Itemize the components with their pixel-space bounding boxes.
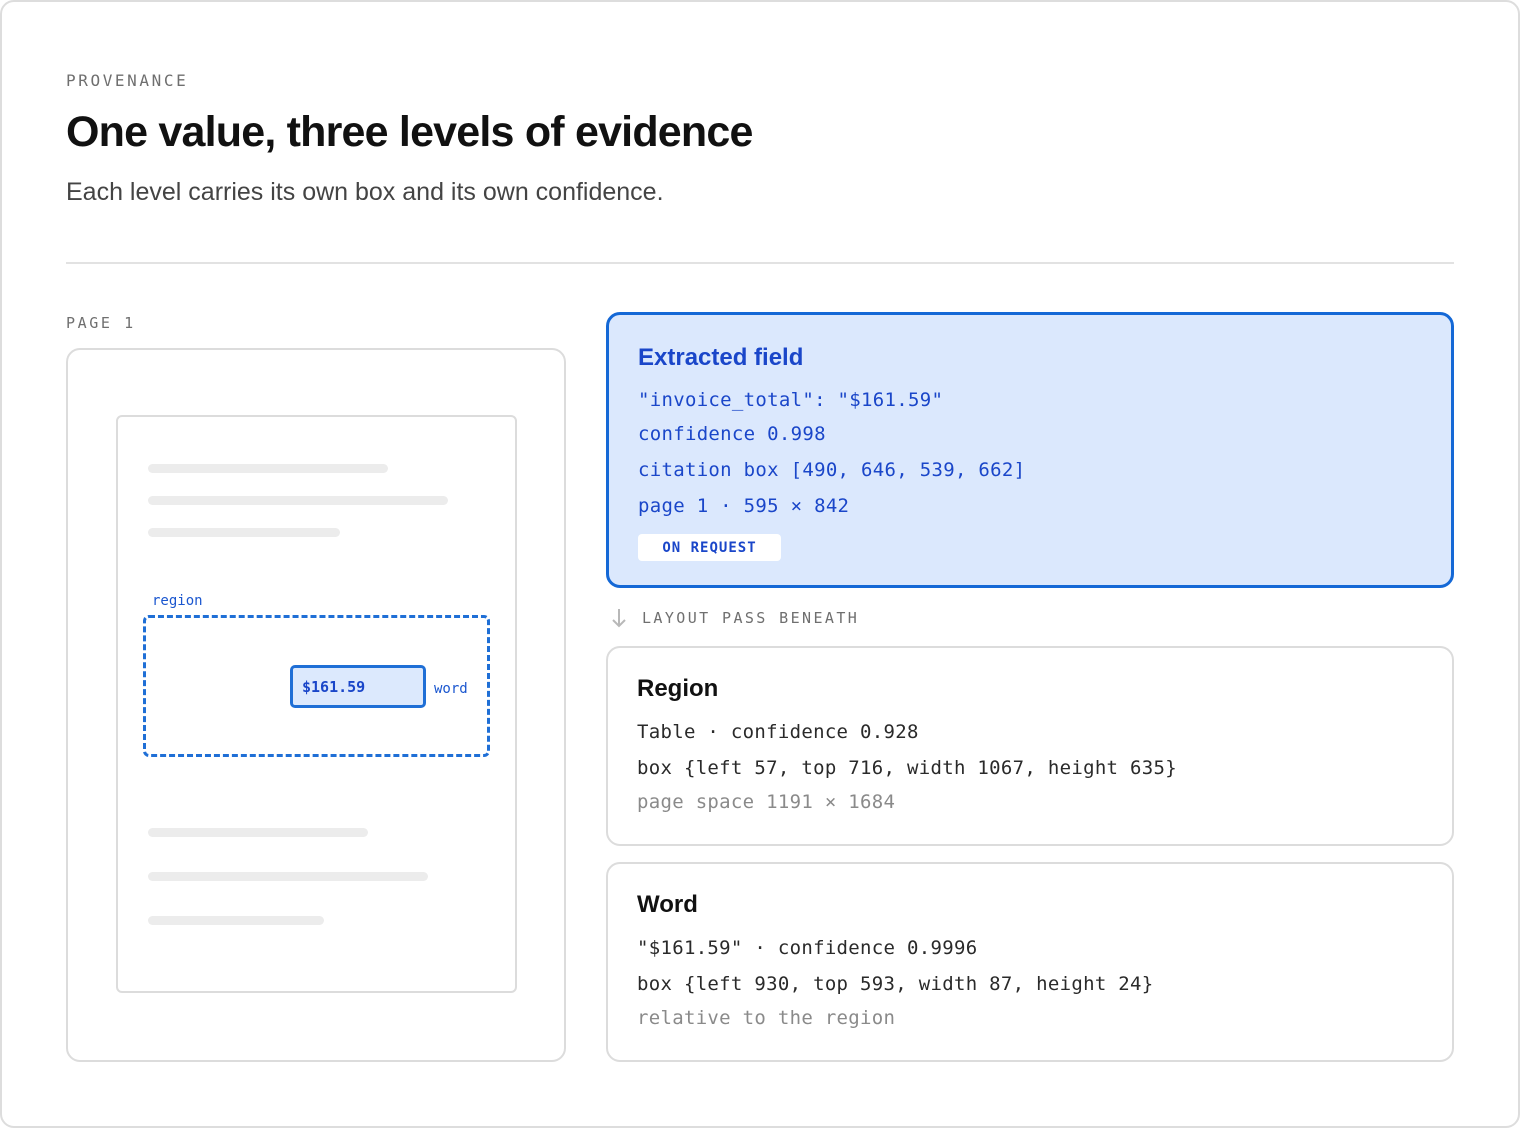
extracted-field-title: Extracted field xyxy=(638,344,804,371)
page-subtitle: Each level carries its own box and its o… xyxy=(66,178,664,206)
word-value-confidence: "$161.59" · confidence 0.9996 xyxy=(637,937,978,959)
field-citation-box: citation box [490, 646, 539, 662] xyxy=(638,459,1026,481)
eyebrow-label: PROVENANCE xyxy=(66,71,189,90)
region-box-label: region xyxy=(152,593,203,609)
region-type-confidence: Table · confidence 0.928 xyxy=(637,721,919,743)
field-key-value: "invoice_total": "$161.59" xyxy=(638,389,944,411)
arrow-down-icon xyxy=(612,609,626,628)
extracted-field-card: Extracted field "invoice_total": "$161.5… xyxy=(606,312,1454,588)
region-page-space: page space 1191 × 1684 xyxy=(637,791,896,813)
word-bounding-box: $161.59 xyxy=(290,665,426,708)
word-relative-note: relative to the region xyxy=(637,1007,896,1029)
layout-pass-divider: LAYOUT PASS BENEATH xyxy=(610,606,859,630)
word-value: $161.59 xyxy=(302,677,366,696)
field-confidence: confidence 0.998 xyxy=(638,423,826,445)
field-page-info: page 1 · 595 × 842 xyxy=(638,495,850,517)
word-box-coords: box {left 930, top 593, width 87, height… xyxy=(637,973,1154,995)
page-label: PAGE 1 xyxy=(66,314,136,332)
text-line-placeholder xyxy=(148,496,448,505)
layout-pass-label: LAYOUT PASS BENEATH xyxy=(642,609,860,627)
word-card: Word "$161.59" · confidence 0.9996 box {… xyxy=(606,862,1454,1062)
text-line-placeholder xyxy=(148,464,388,473)
region-box-coords: box {left 57, top 716, width 1067, heigh… xyxy=(637,757,1177,779)
word-card-title: Word xyxy=(637,891,698,918)
word-box-label: word xyxy=(434,681,468,697)
text-line-placeholder xyxy=(148,872,428,881)
region-card-title: Region xyxy=(637,675,719,702)
page-title: One value, three levels of evidence xyxy=(66,108,753,156)
text-line-placeholder xyxy=(148,916,324,925)
on-request-badge: ON REQUEST xyxy=(638,534,781,561)
text-line-placeholder xyxy=(148,828,368,837)
header-divider xyxy=(66,262,1454,264)
text-line-placeholder xyxy=(148,528,340,537)
region-card: Region Table · confidence 0.928 box {lef… xyxy=(606,646,1454,846)
